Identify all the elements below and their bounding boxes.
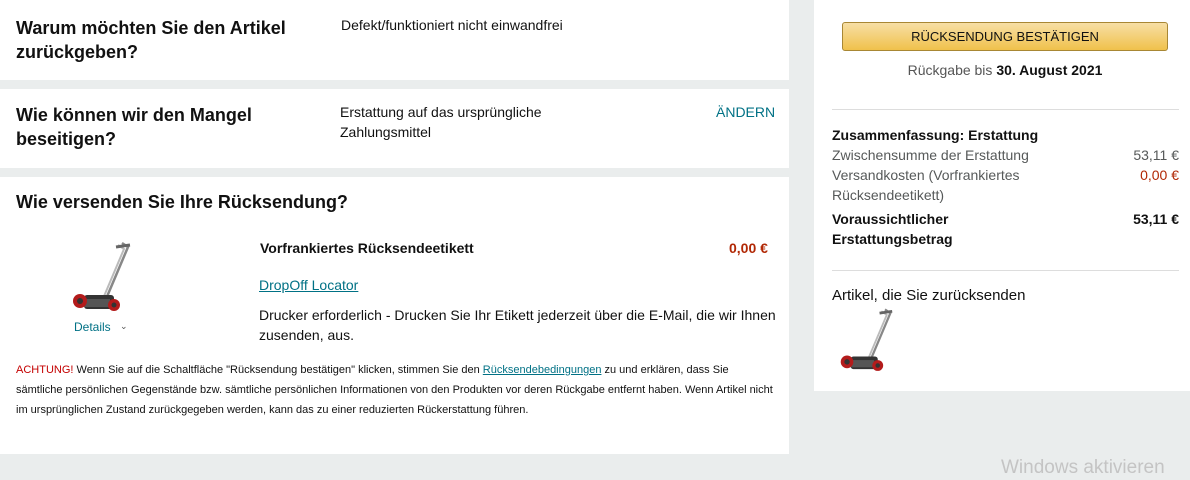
- sidebar-divider-bottom: [832, 270, 1179, 271]
- resolution-card: Wie können wir den Mangel beseitigen? Er…: [0, 89, 789, 168]
- shipping-card: Wie versenden Sie Ihre Rücksendung? Deta…: [0, 177, 789, 454]
- dropoff-locator-link[interactable]: DropOff Locator: [259, 277, 358, 293]
- estimated-total-value: 53,11 €: [1133, 211, 1179, 227]
- return-deadline: Rückgabe bis 30. August 2021: [842, 60, 1168, 80]
- return-warning: ACHTUNG! Wenn Sie auf die Schaltfläche "…: [16, 360, 776, 420]
- resolution-answer: Erstattung auf das ursprüngliche Zahlung…: [340, 104, 542, 140]
- confirm-return-button[interactable]: RÜCKSENDUNG BESTÄTIGEN: [842, 22, 1168, 51]
- details-toggle[interactable]: Details ⌄: [74, 320, 128, 334]
- items-title: Artikel, die Sie zurücksenden: [832, 287, 1026, 304]
- shipping-question: Wie versenden Sie Ihre Rücksendung?: [16, 192, 348, 212]
- shipping-option-price: 0,00 €: [729, 240, 768, 256]
- return-reason-answer: Defekt/funktioniert nicht einwandfrei: [341, 17, 563, 33]
- subtotal-value: 53,11 €: [1133, 147, 1179, 163]
- shipping-cost-label: Versandkosten (Vorfrankiertes Rücksendee…: [832, 167, 1020, 203]
- warning-text-before: Wenn Sie auf die Schaltfläche "Rücksendu…: [73, 364, 483, 376]
- return-terms-link[interactable]: Rücksendebedingungen: [483, 364, 602, 376]
- returned-item-thumbnail[interactable]: [838, 305, 894, 379]
- subtotal-label: Zwischensumme der Erstattung: [832, 147, 1029, 163]
- summary-title: Zusammenfassung: Erstattung: [832, 127, 1039, 143]
- return-reason-card: Warum möchten Sie den Artikel zurückgebe…: [0, 0, 789, 80]
- change-resolution-link[interactable]: ÄNDERN: [716, 104, 775, 120]
- shipping-cost-value: 0,00 €: [1140, 167, 1179, 183]
- chevron-down-icon: ⌄: [120, 321, 128, 331]
- resolution-question: Wie können wir den Mangel beseitigen?: [16, 105, 252, 149]
- details-label: Details: [74, 320, 111, 334]
- return-deadline-date: 30. August 2021: [996, 62, 1103, 78]
- sidebar-divider-top: [832, 109, 1179, 110]
- estimated-total-label: Voraussichtlicher Erstattungsbetrag: [832, 211, 953, 247]
- return-reason-question: Warum möchten Sie den Artikel zurückgebe…: [16, 18, 286, 62]
- return-deadline-prefix: Rückgabe bis: [907, 62, 997, 78]
- windows-activation-watermark: Windows aktivieren: [1001, 457, 1165, 478]
- printer-note: Drucker erforderlich - Drucken Sie Ihr E…: [259, 307, 776, 343]
- lawn-mower-image[interactable]: [70, 239, 132, 319]
- warning-prefix: ACHTUNG!: [16, 364, 74, 376]
- shipping-option-title: Vorfrankiertes Rücksendeetikett: [260, 240, 474, 256]
